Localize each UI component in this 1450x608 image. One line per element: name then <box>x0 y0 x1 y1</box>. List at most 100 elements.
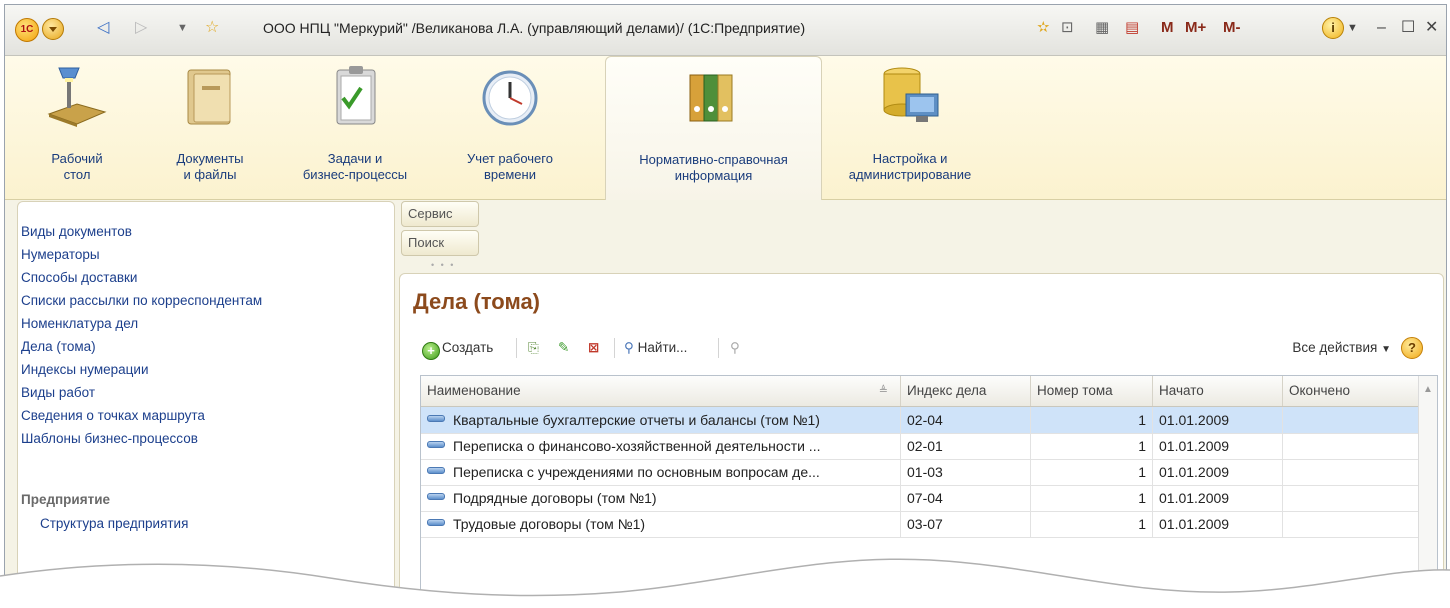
table-row[interactable]: Трудовые договоры (том №1) 03-07 1 01.01.20… <box>421 511 1419 538</box>
cell-name: Подрядные договоры (том №1) <box>421 485 901 511</box>
section-worktime[interactable]: Учет рабочего времени <box>450 56 570 199</box>
info-dropdown-icon[interactable]: ▼ <box>1347 17 1358 39</box>
minimize-icon[interactable]: – <box>1377 17 1386 39</box>
add-favorite-icon[interactable]: ✫ <box>1037 17 1050 39</box>
form-title: Дела (тома) <box>413 289 541 314</box>
service-command[interactable]: Сервис <box>401 201 479 227</box>
cell-index-text: 01-03 <box>907 464 943 480</box>
nav-item-cases-volumes[interactable]: Дела (тома) <box>21 339 96 354</box>
navigation-panel: Виды документов Нумераторы Способы доста… <box>17 201 395 604</box>
panel-resize-handle[interactable]: • • • <box>431 260 455 270</box>
cell-volume: 1 <box>1031 433 1153 459</box>
cell-start: 01.01.2009 <box>1153 459 1283 485</box>
section-tasks[interactable]: Задачи и бизнес-процессы <box>290 56 420 199</box>
column-header-volume[interactable]: Номер тома <box>1031 376 1153 406</box>
copy-icon[interactable]: ⎘ <box>528 336 539 360</box>
binders-icon <box>689 74 732 122</box>
cell-name: Переписка с учреждениями по основным воп… <box>421 459 901 485</box>
section-label: Настройка и администрирование <box>848 151 972 182</box>
nav-item-route-points[interactable]: Сведения о точках маршрута <box>21 408 205 423</box>
desk-lamp-icon <box>47 67 107 127</box>
nav-item-delivery-methods[interactable]: Способы доставки <box>21 270 137 285</box>
column-header-name[interactable]: Наименование ≜ <box>421 376 901 406</box>
cell-start: 01.01.2009 <box>1153 407 1283 433</box>
cell-volume: 1 <box>1031 485 1153 511</box>
create-plus-icon: + <box>422 342 440 360</box>
database-monitor-icon <box>883 67 939 122</box>
window-title: ООО НПЦ "Меркурий" /Великанова Л.А. (упр… <box>263 20 806 36</box>
cell-start-text: 01.01.2009 <box>1159 516 1230 532</box>
column-header-index[interactable]: Индекс дела <box>901 376 1031 406</box>
history-dropdown-icon[interactable]: ▼ <box>177 19 188 37</box>
column-header-start[interactable]: Начато <box>1153 376 1283 406</box>
cell-index: 02-01 <box>901 433 1031 459</box>
cell-index: 07-04 <box>901 485 1031 511</box>
edit-pencil-icon[interactable]: ✎ <box>558 336 569 360</box>
scroll-up-icon[interactable]: ▲ <box>1423 384 1433 395</box>
search-command[interactable]: Поиск <box>401 230 479 256</box>
close-icon[interactable]: ✕ <box>1425 17 1438 39</box>
column-header-end[interactable]: Окончено <box>1283 376 1419 406</box>
nav-item-document-types[interactable]: Виды документов <box>21 224 132 239</box>
nav-item-mailing-lists[interactable]: Списки рассылки по корреспондентам <box>21 293 262 308</box>
forward-arrow-icon[interactable]: ▷ <box>135 19 147 37</box>
cell-start: 01.01.2009 <box>1153 485 1283 511</box>
section-documents[interactable]: Документы и файлы <box>155 56 265 199</box>
table-row[interactable]: Переписка с учреждениями по основным воп… <box>421 459 1419 486</box>
app-logo-icon[interactable]: 1С <box>15 18 39 42</box>
cell-index-text: 02-01 <box>907 438 943 454</box>
nav-item-numerators[interactable]: Нумераторы <box>21 247 100 262</box>
folder-icon <box>187 69 231 125</box>
memory-button[interactable]: M <box>1161 17 1174 39</box>
nav-item-case-nomenclature[interactable]: Номенклатура дел <box>21 316 138 331</box>
all-actions-menu[interactable]: Все действия ▼ <box>1292 336 1391 362</box>
calculator-icon[interactable]: ▦ <box>1095 17 1109 39</box>
section-desktop[interactable]: Рабочий стол <box>27 56 127 199</box>
main-menu-button[interactable] <box>42 18 64 40</box>
chevron-down-icon: ▼ <box>1381 344 1391 355</box>
cell-start: 01.01.2009 <box>1153 511 1283 537</box>
toolbar-separator <box>516 338 517 358</box>
cell-volume-text: 1 <box>1138 490 1146 506</box>
memory-plus-button[interactable]: M+ <box>1185 17 1206 39</box>
section-admin[interactable]: Настройка и администрирование <box>830 56 990 199</box>
title-bar: 1С ◁ ▷ ▼ ☆ ООО НПЦ "Меркурий" /Великанов… <box>5 5 1446 56</box>
case-item-icon <box>427 441 445 448</box>
find-button[interactable]: ⚲ Найти... <box>624 336 687 360</box>
nav-item-work-types[interactable]: Виды работ <box>21 385 95 400</box>
cell-name: Трудовые договоры (том №1) <box>421 511 901 537</box>
memory-minus-button[interactable]: M- <box>1223 17 1241 39</box>
favorites-star-icon[interactable]: ☆ <box>205 19 219 37</box>
nav-item-process-templates[interactable]: Шаблоны бизнес-процессов <box>21 431 198 446</box>
table-row[interactable]: Квартальные бухгалтерские отчеты и балан… <box>421 407 1419 434</box>
case-item-icon <box>427 519 445 526</box>
case-item-icon <box>427 467 445 474</box>
cell-volume-text: 1 <box>1138 412 1146 428</box>
magnifier-icon: ⚲ <box>624 340 634 355</box>
back-arrow-icon[interactable]: ◁ <box>97 19 109 37</box>
info-icon[interactable]: i <box>1322 17 1344 39</box>
section-label: Рабочий стол <box>51 151 103 182</box>
table-row[interactable]: Подрядные договоры (том №1) 07-04 1 01.01.2… <box>421 485 1419 512</box>
cell-end <box>1283 511 1419 537</box>
nav-item-numbering-indexes[interactable]: Индексы нумерации <box>21 362 148 377</box>
nav-item-enterprise-structure[interactable]: Структура предприятия <box>40 516 188 531</box>
maximize-icon[interactable]: ☐ <box>1401 17 1415 39</box>
cell-volume: 1 <box>1031 511 1153 537</box>
cancel-search-icon[interactable]: ⚲ <box>730 336 740 360</box>
cell-start-text: 01.01.2009 <box>1159 490 1230 506</box>
torn-edge <box>0 558 1450 608</box>
mark-delete-icon[interactable]: ⊠ <box>588 336 599 360</box>
table-row[interactable]: Переписка о финансово-хозяйственной деят… <box>421 433 1419 460</box>
calendar-icon[interactable]: ▤ <box>1125 17 1139 39</box>
cell-name: Квартальные бухгалтерские отчеты и балан… <box>421 407 901 433</box>
create-button[interactable]: + Создать <box>422 336 493 360</box>
section-reference[interactable]: Нормативно-справочная информация <box>605 56 822 200</box>
clipboard-check-icon <box>336 66 376 125</box>
cell-end <box>1283 407 1419 433</box>
find-label: Найти... <box>637 340 688 355</box>
cell-index: 03-07 <box>901 511 1031 537</box>
bookmark-icon[interactable]: ⊡ <box>1061 17 1074 39</box>
toolbar-separator <box>614 338 615 358</box>
help-button[interactable]: ? <box>1401 337 1423 359</box>
